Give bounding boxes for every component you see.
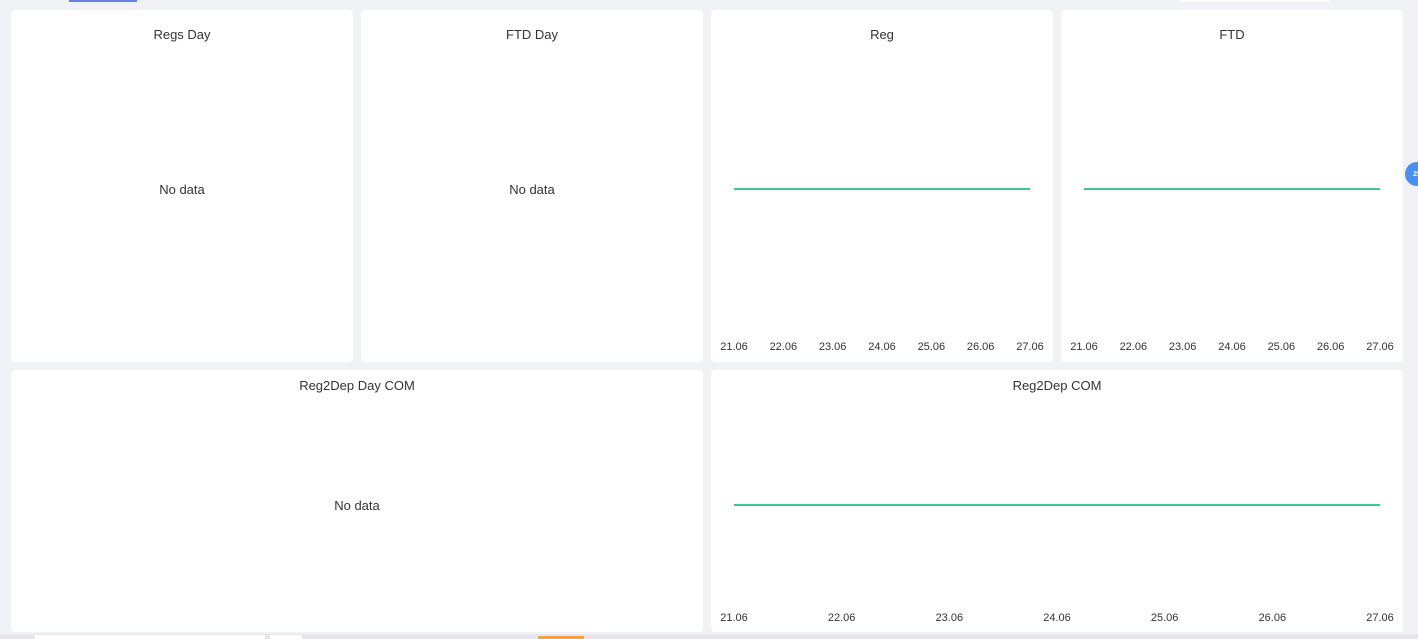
reg2dep-com-chart: 21.06 22.06 23.06 24.06 25.06 26.06 27.06 <box>720 504 1394 624</box>
x-tick-label: 24.06 <box>1218 341 1246 353</box>
x-tick-label: 23.06 <box>819 341 847 353</box>
x-tick-label: 23.06 <box>1169 341 1197 353</box>
x-tick-label: 26.06 <box>1317 341 1345 353</box>
active-tab-indicator <box>69 0 137 2</box>
x-tick-label: 21.06 <box>720 612 748 624</box>
panel-ftd-day: FTD Day No data <box>361 10 703 362</box>
x-tick-label: 25.06 <box>1151 612 1179 624</box>
panel-reg2dep-day-com: Reg2Dep Day COM No data <box>11 370 703 632</box>
x-tick-label: 22.06 <box>828 612 856 624</box>
panel-title: Reg2Dep Day COM <box>299 378 415 393</box>
panel-regs-day: Regs Day No data <box>11 10 353 362</box>
x-tick-label: 27.06 <box>1366 612 1394 624</box>
panel-reg2dep-com-chart: Reg2Dep COM 21.06 22.06 23.06 24.06 25.06 26.… <box>711 370 1403 632</box>
x-tick-label: 25.06 <box>918 341 946 353</box>
no-data-text: No data <box>509 182 555 197</box>
x-tick-label: 27.06 <box>1366 341 1394 353</box>
x-tick-label: 22.06 <box>1120 341 1148 353</box>
panel-reg-chart: Reg 21.06 22.06 23.06 24.06 25.06 26.06 27.06 <box>711 10 1053 362</box>
bottom-bar-segment <box>35 635 265 639</box>
panel-title: Regs Day <box>153 27 211 42</box>
panel-ftd-chart: FTD 21.06 22.06 23.06 24.06 25.06 26.06 27.06 <box>1061 10 1403 362</box>
x-tick-label: 26.06 <box>1259 612 1287 624</box>
x-tick-label: 26.06 <box>967 341 995 353</box>
notification-badge[interactable]: 29 <box>1405 162 1418 186</box>
bottom-bar-segment <box>270 635 302 639</box>
x-tick-label: 24.06 <box>868 341 896 353</box>
x-tick-label: 25.06 <box>1268 341 1296 353</box>
x-tick-label: 23.06 <box>936 612 964 624</box>
badge-count: 29 <box>1413 170 1418 178</box>
ftd-chart: 21.06 22.06 23.06 24.06 25.06 26.06 27.06 <box>1070 188 1394 353</box>
reg-chart: 21.06 22.06 23.06 24.06 25.06 26.06 27.06 <box>720 188 1044 353</box>
x-tick-label: 24.06 <box>1043 612 1071 624</box>
panel-title: FTD Day <box>506 27 558 42</box>
top-strip <box>1180 0 1330 2</box>
x-tick-label: 22.06 <box>770 341 798 353</box>
x-tick-label: 21.06 <box>720 341 748 353</box>
no-data-text: No data <box>159 182 205 197</box>
x-tick-label: 21.06 <box>1070 341 1098 353</box>
no-data-text: No data <box>334 498 380 513</box>
x-tick-label: 27.06 <box>1016 341 1044 353</box>
